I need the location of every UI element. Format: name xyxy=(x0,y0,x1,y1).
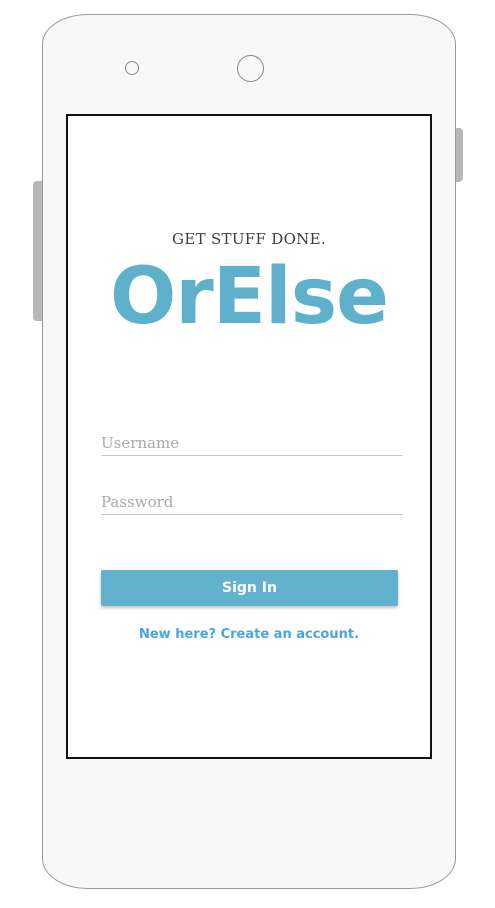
password-input[interactable] xyxy=(101,489,403,515)
username-input[interactable] xyxy=(101,430,403,456)
device-mockup: GET STUFF DONE. OrElse Sign In New here?… xyxy=(0,0,495,908)
create-account-link[interactable]: New here? Create an account. xyxy=(68,627,430,642)
camera-icon xyxy=(237,55,264,82)
sign-in-button[interactable]: Sign In xyxy=(101,570,398,606)
volume-button xyxy=(33,181,42,321)
app-screen: GET STUFF DONE. OrElse Sign In New here?… xyxy=(66,114,432,759)
power-button xyxy=(456,128,463,182)
tagline: GET STUFF DONE. xyxy=(172,230,326,248)
app-logo: OrElse xyxy=(109,252,389,342)
sensor-icon xyxy=(125,61,139,75)
